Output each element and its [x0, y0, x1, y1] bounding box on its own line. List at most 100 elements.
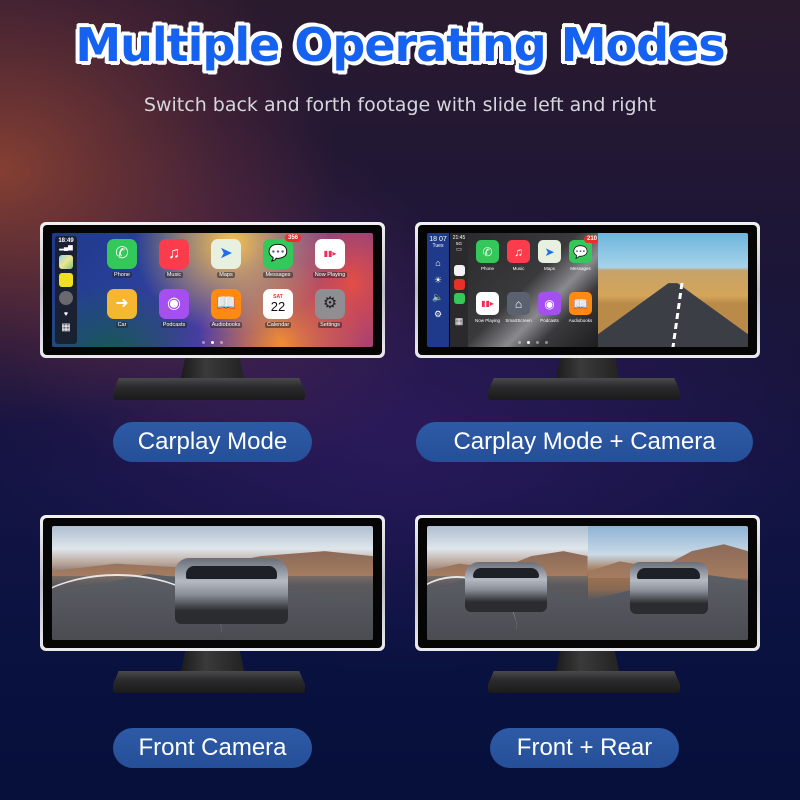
phone-icon: ✆	[107, 239, 137, 269]
music-shortcut-icon[interactable]	[453, 279, 465, 290]
phone-shortcut-icon[interactable]	[453, 293, 465, 304]
page-title: Multiple Operating Modes	[75, 18, 725, 72]
app-car[interactable]: ➜ Car	[96, 289, 148, 339]
camera-feed[interactable]	[598, 233, 748, 347]
battery-icon: ▭	[456, 247, 462, 253]
app-label: Audiobooks	[568, 318, 593, 323]
settings-icon: ⚙	[315, 289, 345, 319]
mount-base	[113, 671, 305, 693]
mode-label-carplay[interactable]: Carplay Mode	[113, 422, 312, 462]
mount-base	[488, 671, 680, 693]
app-phone[interactable]: ✆ Phone	[96, 239, 148, 289]
dashboard-icon[interactable]: ▦	[455, 316, 464, 327]
app-label: Maps	[217, 272, 235, 278]
page-dot[interactable]	[527, 341, 530, 344]
settings-icon[interactable]: ⚙	[434, 310, 442, 319]
volume-icon[interactable]: 🔈	[432, 293, 443, 302]
app-label: Settings	[318, 322, 342, 328]
app-label: Podcasts	[540, 318, 559, 323]
app-audiobooks[interactable]: 📖 Audiobooks	[200, 289, 252, 339]
app-audiobooks[interactable]: 📖 Audiobooks	[565, 292, 596, 340]
messages-icon: 💬 210	[569, 235, 600, 263]
page-indicator	[468, 341, 598, 344]
device-front-camera	[40, 515, 385, 695]
page-dot[interactable]	[220, 341, 223, 344]
carplay-camera-screen[interactable]: 18 07 Tues ⌂ ☀ 🔈 ⚙ 21:45 5G ▭ ▦ ✆ Phone …	[427, 233, 748, 347]
app-maps[interactable]: ➤ Maps	[200, 239, 252, 289]
app-calendar[interactable]: SAT 22 Calendar	[252, 289, 304, 339]
signal-icon: ▂▄▆	[59, 245, 73, 251]
podcasts-icon: ◉	[538, 292, 561, 315]
maps-icon: ➤	[538, 240, 561, 263]
app-music[interactable]: ♫ Music	[503, 240, 534, 292]
app-label: Car	[115, 322, 129, 328]
app-label: Music	[512, 266, 525, 271]
app-label: Maps	[543, 266, 555, 271]
app-label: Music	[164, 272, 184, 278]
page-dot[interactable]	[536, 341, 539, 344]
app-messages[interactable]: 💬 356 Messages	[252, 234, 304, 289]
app-label: Messages	[570, 266, 591, 271]
car-rear-view	[175, 558, 288, 624]
music-icon: ♫	[507, 240, 530, 263]
audiobooks-icon: 📖	[211, 289, 241, 319]
mount-base	[113, 378, 305, 400]
app-messages[interactable]: 💬 210 Messages	[565, 235, 600, 292]
app-label: SmartScreen	[505, 318, 532, 323]
app-label: Phone	[112, 272, 132, 278]
app-now-playing[interactable]: ▮▮▸ Now Playing	[304, 239, 356, 289]
now-playing-icon: ▮▮▸	[315, 239, 345, 269]
app-label: Phone	[480, 266, 494, 271]
app-podcasts[interactable]: ◉ Podcasts	[534, 292, 565, 340]
mode-label-front-rear[interactable]: Front + Rear	[490, 728, 679, 768]
app-label: Now Playing	[474, 318, 500, 323]
brightness-icon[interactable]: ☀	[434, 276, 442, 285]
car-icon: ➜	[107, 289, 137, 319]
settings-shortcut-icon[interactable]	[59, 291, 73, 305]
phone-icon: ✆	[476, 240, 499, 263]
front-camera-feed	[427, 526, 588, 640]
system-sidebar: 18 07 Tues ⌂ ☀ 🔈 ⚙	[427, 233, 449, 347]
app-label: Audiobooks	[209, 322, 243, 328]
page-dot[interactable]	[518, 341, 521, 344]
car-rear-view	[465, 562, 547, 612]
device-front-rear	[415, 515, 760, 695]
app-podcasts[interactable]: ◉ Podcasts	[148, 289, 200, 339]
heart-icon[interactable]: ♥	[64, 311, 68, 318]
now-playing-icon: ▮▮▸	[476, 292, 499, 315]
page-indicator	[52, 341, 373, 344]
mode-label-front-camera[interactable]: Front Camera	[113, 728, 312, 768]
app-music[interactable]: ♫ Music	[148, 239, 200, 289]
app-label: Now Playing	[312, 272, 348, 278]
carplay-sidebar: 18:49 ▂▄▆ ♥ ▦	[55, 236, 77, 344]
music-icon: ♫	[159, 239, 189, 269]
audiobooks-icon: 📖	[569, 292, 592, 315]
carplay-screen[interactable]: 18:49 ▂▄▆ ♥ ▦ ✆ Phone ♫ Music ➤ Maps 💬 356 Messa…	[52, 233, 373, 347]
app-label: Calendar	[264, 322, 292, 328]
dashboard-icon[interactable]: ▦	[61, 322, 70, 333]
front-camera-screen[interactable]	[52, 526, 373, 640]
app-settings[interactable]: ⚙ Settings	[304, 289, 356, 339]
mode-label-carplay-camera[interactable]: Carplay Mode + Camera	[416, 422, 753, 462]
page-dot[interactable]	[211, 341, 214, 344]
page-dot[interactable]	[202, 341, 205, 344]
music-shortcut-icon[interactable]	[59, 273, 73, 287]
app-now-playing[interactable]: ▮▮▸ Now Playing	[472, 292, 503, 340]
maps-shortcut-icon[interactable]	[59, 255, 73, 269]
app-grid: ✆ Phone ♫ Music ➤ Maps 💬 210 Messages ▮▮▸ Now Play…	[472, 235, 600, 340]
maps-icon: ➤	[211, 239, 241, 269]
app-maps[interactable]: ➤ Maps	[534, 240, 565, 292]
messages-icon: 💬 356	[263, 234, 301, 269]
app-smartscreen[interactable]: ⌂ SmartScreen	[503, 292, 534, 340]
app-phone[interactable]: ✆ Phone	[472, 240, 503, 292]
car-front-view	[629, 562, 708, 614]
calendar-date: 22	[270, 299, 286, 314]
home-icon[interactable]: ⌂	[435, 259, 440, 268]
page-dot[interactable]	[545, 341, 548, 344]
front-rear-screen[interactable]	[427, 526, 748, 640]
maps-shortcut-icon[interactable]	[453, 265, 465, 276]
side-day: Tues	[432, 243, 444, 249]
app-label: Messages	[263, 272, 293, 278]
rear-camera-feed	[587, 526, 748, 640]
carplay-strip: 21:45 5G ▭ ▦	[450, 233, 468, 347]
